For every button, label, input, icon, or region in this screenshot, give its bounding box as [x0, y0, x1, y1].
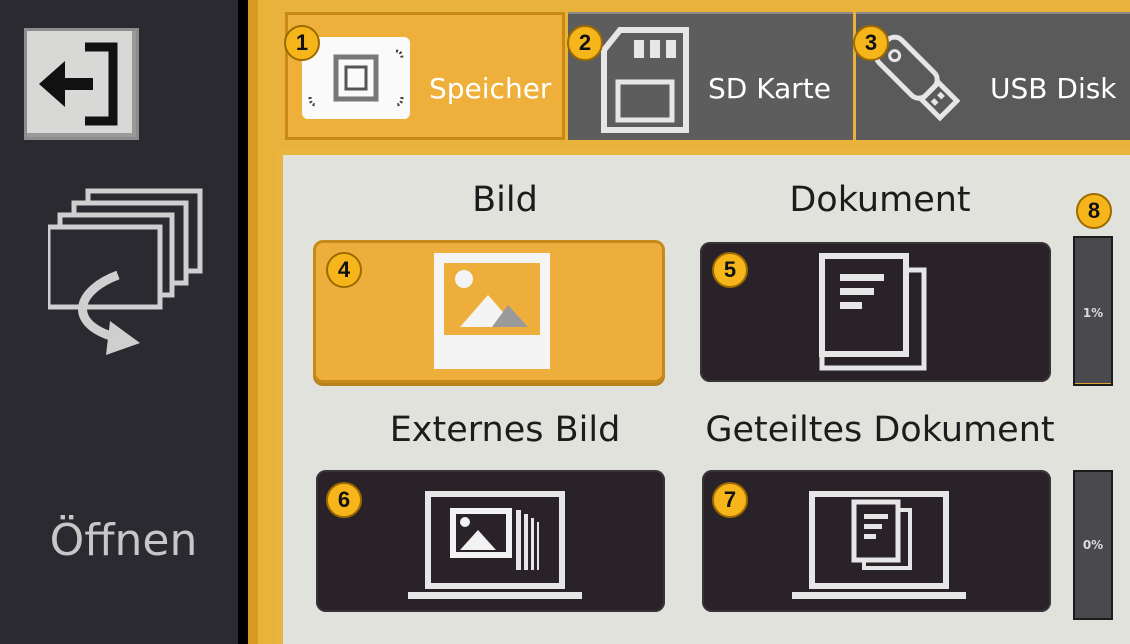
tab-sd-karte[interactable]: SD Karte [568, 12, 853, 140]
dokument-tile[interactable] [700, 242, 1051, 382]
storage-meter-lower: 0% [1073, 470, 1113, 620]
tab-speicher[interactable]: Speicher [285, 12, 565, 140]
geteiltes-dokument-tile[interactable] [702, 470, 1051, 612]
heading-bild: Bild [472, 180, 538, 220]
heading-geteiltes-dokument: Geteiltes Dokument [705, 410, 1055, 450]
storage-meter-lower-label: 0% [1082, 538, 1104, 552]
badge-3: 3 [853, 25, 889, 61]
storage-meter-upper-fill [1075, 382, 1111, 384]
badge-2: 2 [567, 25, 603, 61]
tab-usb-disk-label: USB Disk [990, 72, 1117, 105]
laptop-image-icon [408, 491, 582, 599]
document-icon [819, 253, 927, 371]
badge-7: 7 [712, 482, 748, 518]
heading-externes-bild: Externes Bild [389, 410, 621, 450]
open-files-icon [48, 185, 208, 360]
sd-card-icon [601, 27, 689, 133]
exit-icon [39, 42, 118, 126]
back-button[interactable] [24, 28, 139, 140]
badge-8: 8 [1076, 193, 1112, 229]
laptop-document-icon [792, 491, 966, 599]
tab-sd-karte-label: SD Karte [708, 72, 831, 105]
externes-bild-tile[interactable] [316, 470, 665, 612]
image-icon [434, 253, 550, 369]
tab-usb-disk[interactable]: USB Disk [856, 12, 1130, 140]
badge-1: 1 [284, 25, 320, 61]
badge-5: 5 [712, 252, 748, 288]
bild-tile[interactable] [313, 240, 665, 383]
storage-meter-upper-label: 1% [1082, 306, 1104, 320]
badge-4: 4 [326, 252, 362, 288]
open-label: Öffnen [49, 515, 198, 566]
tab-speicher-label: Speicher [429, 72, 552, 105]
storage-meter-upper: 1% [1073, 236, 1113, 386]
heading-dokument: Dokument [789, 180, 971, 220]
badge-6: 6 [326, 482, 362, 518]
main-border [248, 0, 258, 644]
sidebar-divider [238, 0, 248, 644]
